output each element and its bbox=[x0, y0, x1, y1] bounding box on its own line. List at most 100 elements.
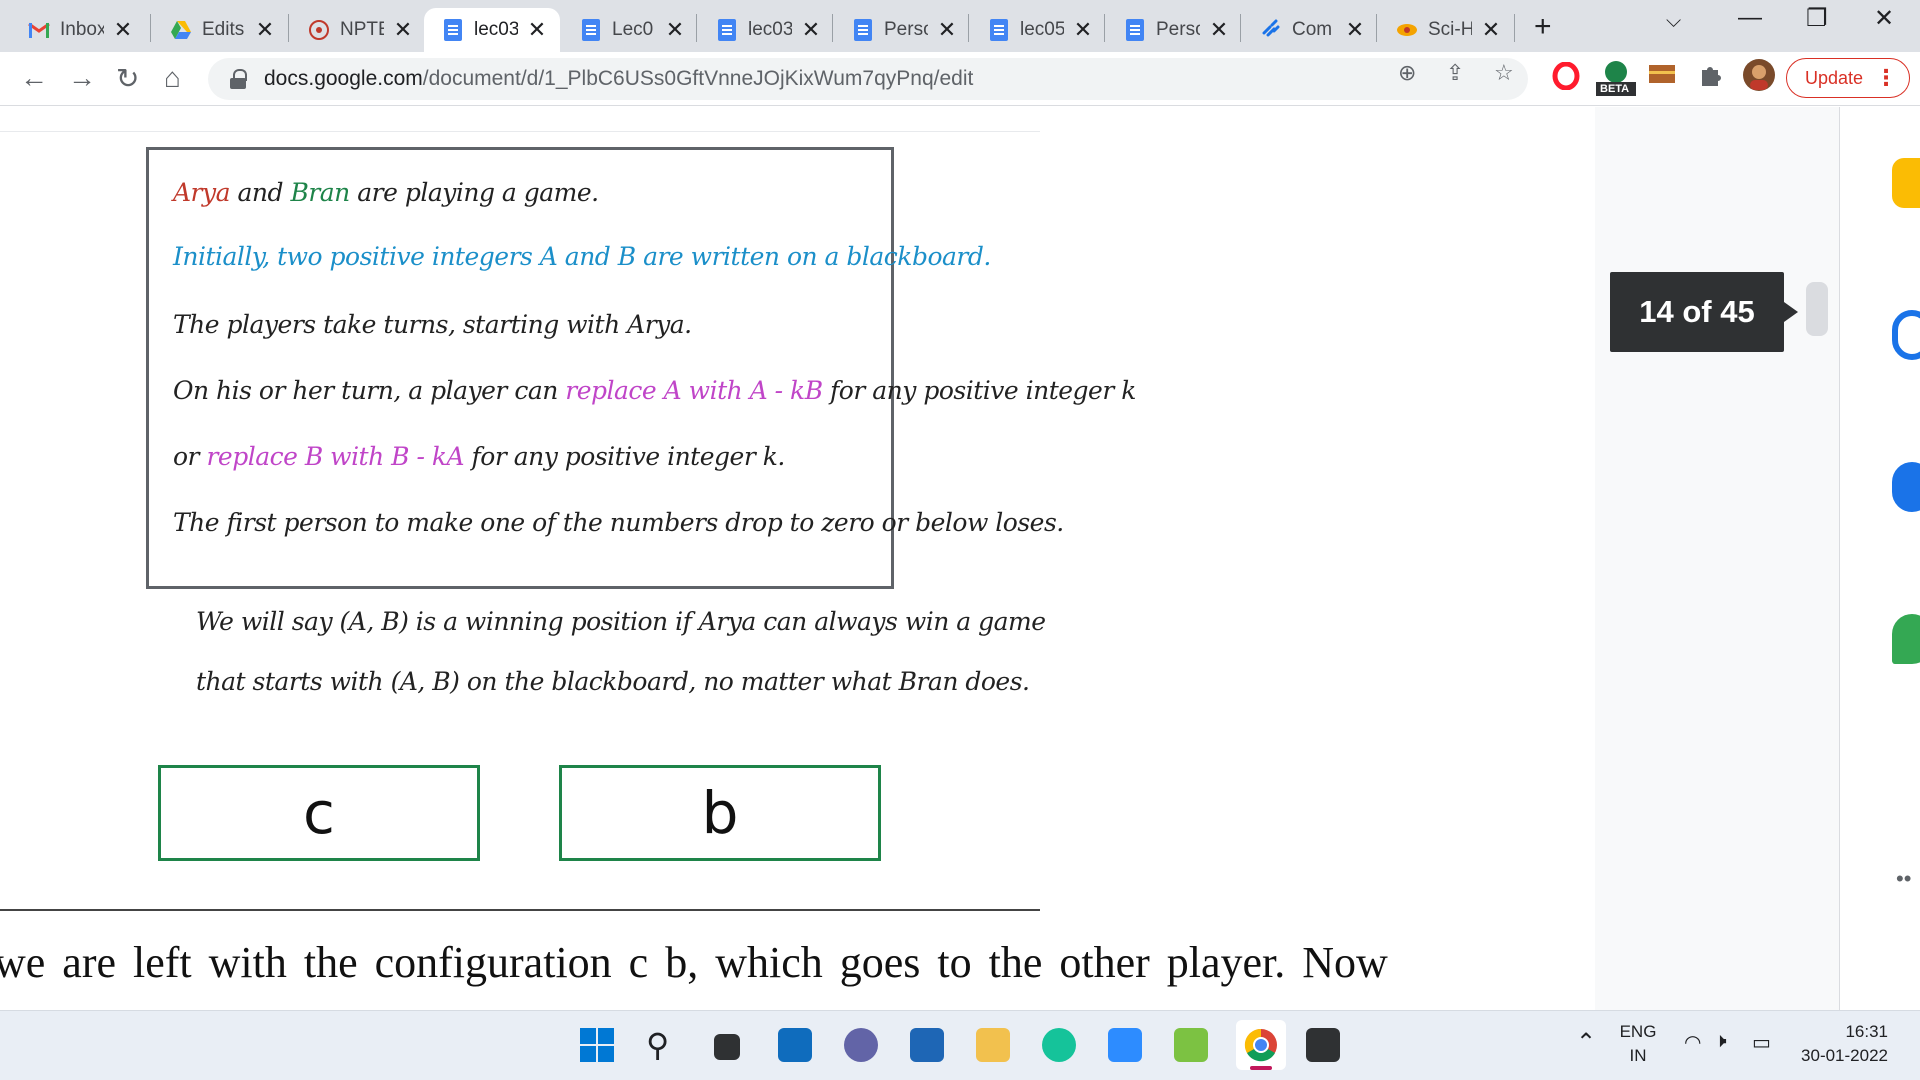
start-windows-icon[interactable] bbox=[580, 1028, 614, 1067]
close-icon[interactable]: ✕ bbox=[392, 17, 414, 43]
tab-divider bbox=[288, 14, 289, 42]
restore-icon[interactable]: ❐ bbox=[1806, 4, 1828, 33]
tasks-icon[interactable] bbox=[1892, 310, 1920, 360]
tab-label: Perso bbox=[1156, 19, 1200, 40]
clock-time[interactable]: 16:31 bbox=[1796, 1022, 1888, 1042]
volume-muted-icon[interactable]: 🕨 bbox=[1714, 1030, 1727, 1053]
clock-date[interactable]: 30-01-2022 bbox=[1796, 1046, 1888, 1066]
maps-icon[interactable] bbox=[1892, 614, 1920, 664]
slide-line-5: or replace B with B - kA for any positiv… bbox=[173, 442, 785, 471]
url-text[interactable]: docs.google.com/document/d/1_PlbC6USs0Gf… bbox=[264, 67, 973, 91]
scroll-gutter bbox=[1595, 107, 1839, 1010]
tab-label: lec03 bbox=[748, 19, 792, 40]
extensions-puzzle-icon[interactable] bbox=[1698, 62, 1724, 93]
wallet-extension-icon[interactable] bbox=[1648, 62, 1676, 91]
slide-line-1: Arya and Bran are playing a game. bbox=[173, 178, 599, 207]
tab-lec03-active[interactable]: lec03 ✕ bbox=[424, 8, 560, 52]
close-icon[interactable]: ✕ bbox=[1344, 17, 1366, 43]
embedded-slide-image[interactable]: Arya and Bran are playing a game. Initia… bbox=[146, 147, 1136, 589]
definition-line-2: that starts with (A, B) on the blackboar… bbox=[196, 667, 1030, 696]
forward-arrow-icon[interactable]: → bbox=[68, 62, 96, 94]
close-icon[interactable]: ✕ bbox=[936, 17, 958, 43]
more-vert-icon[interactable]: ⋮ bbox=[1875, 65, 1897, 91]
definition-line-1: We will say (A, B) is a winning position… bbox=[196, 607, 1046, 636]
browser-toolbar: ← → ↻ ⌂ docs.google.com/document/d/1_Plb… bbox=[0, 52, 1920, 106]
close-icon[interactable]: ✕ bbox=[1480, 17, 1502, 43]
file-explorer-icon[interactable] bbox=[976, 1028, 1010, 1062]
chrome-taskbar-button[interactable] bbox=[1236, 1020, 1286, 1070]
address-bar[interactable]: docs.google.com/document/d/1_PlbC6USs0Gf… bbox=[208, 58, 1528, 100]
language-bottom[interactable]: IN bbox=[1618, 1046, 1658, 1066]
wifi-icon[interactable]: ◠ bbox=[1684, 1030, 1701, 1055]
reload-icon[interactable]: ↻ bbox=[116, 62, 139, 95]
battery-icon[interactable]: ▭ bbox=[1752, 1030, 1771, 1055]
search-icon[interactable]: ⚲ bbox=[646, 1026, 669, 1064]
opera-extension-icon[interactable] bbox=[1552, 61, 1580, 95]
close-icon[interactable]: ✕ bbox=[1208, 17, 1230, 43]
tab-label: Inbox bbox=[60, 19, 104, 40]
store-icon[interactable] bbox=[910, 1028, 944, 1062]
scrollbar-thumb[interactable] bbox=[1806, 282, 1828, 336]
profile-avatar[interactable] bbox=[1742, 58, 1776, 97]
tab-edits[interactable]: Edits ✕ bbox=[152, 8, 288, 52]
close-icon[interactable]: ✕ bbox=[664, 17, 686, 43]
teams-chat-icon[interactable] bbox=[844, 1028, 878, 1062]
tab-lec0[interactable]: Lec0 ✕ bbox=[562, 8, 696, 52]
notes-app-icon[interactable] bbox=[1174, 1028, 1208, 1062]
slide-line-3: The players take turns, starting with Ar… bbox=[173, 310, 692, 339]
tab-divider bbox=[696, 14, 697, 42]
grammarly-icon[interactable] bbox=[1042, 1028, 1076, 1062]
position-box-b: b bbox=[559, 765, 881, 861]
home-icon[interactable]: ⌂ bbox=[164, 62, 181, 94]
window-close-icon[interactable]: ✕ bbox=[1874, 4, 1894, 33]
widgets-icon[interactable] bbox=[778, 1028, 812, 1062]
docs-icon bbox=[716, 19, 738, 41]
tab-nptel[interactable]: NPTE ✕ bbox=[290, 8, 424, 52]
tab-label: Com bbox=[1292, 19, 1333, 40]
tab-com[interactable]: Com ✕ bbox=[1242, 8, 1376, 52]
zoom-icon[interactable]: ⊕ bbox=[1398, 60, 1416, 86]
tab-perso[interactable]: Perso ✕ bbox=[834, 8, 968, 52]
share-icon[interactable]: ⇪ bbox=[1446, 60, 1464, 86]
docs-icon bbox=[580, 19, 602, 41]
tab-label: Perso bbox=[884, 19, 928, 40]
close-icon[interactable]: ✕ bbox=[112, 17, 134, 43]
close-icon[interactable]: ✕ bbox=[254, 17, 276, 43]
close-icon[interactable]: ✕ bbox=[800, 17, 822, 43]
tab-scihub[interactable]: Sci-H ✕ bbox=[1378, 8, 1514, 52]
document-canvas[interactable]: Arya and Bran are playing a game. Initia… bbox=[0, 107, 1595, 1010]
tab-inbox[interactable]: Inbox ✕ bbox=[10, 8, 150, 52]
tab-label: NPTE bbox=[340, 19, 384, 40]
language-top[interactable]: ENG bbox=[1618, 1022, 1658, 1042]
drive-icon bbox=[170, 19, 192, 41]
bookmark-star-icon[interactable]: ☆ bbox=[1494, 60, 1514, 86]
tab-label: Sci-H bbox=[1428, 19, 1472, 40]
horizontal-rule bbox=[0, 909, 1040, 911]
new-tab-plus-icon[interactable]: + bbox=[1534, 10, 1552, 44]
close-icon[interactable]: ✕ bbox=[526, 17, 548, 43]
zoom-app-icon[interactable] bbox=[1108, 1028, 1142, 1062]
tab-lec03-b[interactable]: lec03 ✕ bbox=[698, 8, 832, 52]
chevron-up-icon[interactable]: ⌃ bbox=[1576, 1028, 1596, 1057]
tab-perso-b[interactable]: Perso ✕ bbox=[1106, 8, 1240, 52]
tab-search-chevron-icon[interactable]: ⌵ bbox=[1666, 10, 1681, 33]
tab-lec05[interactable]: lec05 ✕ bbox=[970, 8, 1104, 52]
contacts-icon[interactable] bbox=[1892, 462, 1920, 512]
document-paragraph[interactable]: we are left with the configuration c b, … bbox=[0, 937, 1388, 988]
tab-label: lec03 bbox=[474, 19, 518, 40]
more-dots-icon[interactable]: •• bbox=[1896, 866, 1911, 892]
sticky-notes-icon[interactable] bbox=[1306, 1028, 1340, 1062]
update-button[interactable]: Update ⋮ bbox=[1786, 58, 1910, 98]
beta-extension-icon[interactable]: BETA bbox=[1596, 58, 1636, 103]
windows-taskbar bbox=[0, 1010, 1920, 1080]
minimize-icon[interactable]: — bbox=[1738, 4, 1762, 32]
slide-line-4: On his or her turn, a player can replace… bbox=[173, 376, 1136, 405]
back-arrow-icon[interactable]: ← bbox=[20, 62, 48, 94]
docs-icon bbox=[1124, 19, 1146, 41]
task-view-icon[interactable] bbox=[714, 1034, 740, 1060]
keep-icon[interactable] bbox=[1892, 158, 1920, 208]
slide-line-6: The first person to make one of the numb… bbox=[173, 508, 1064, 537]
docs-icon bbox=[988, 19, 1010, 41]
close-icon[interactable]: ✕ bbox=[1072, 17, 1094, 43]
lock-icon[interactable] bbox=[230, 69, 247, 89]
